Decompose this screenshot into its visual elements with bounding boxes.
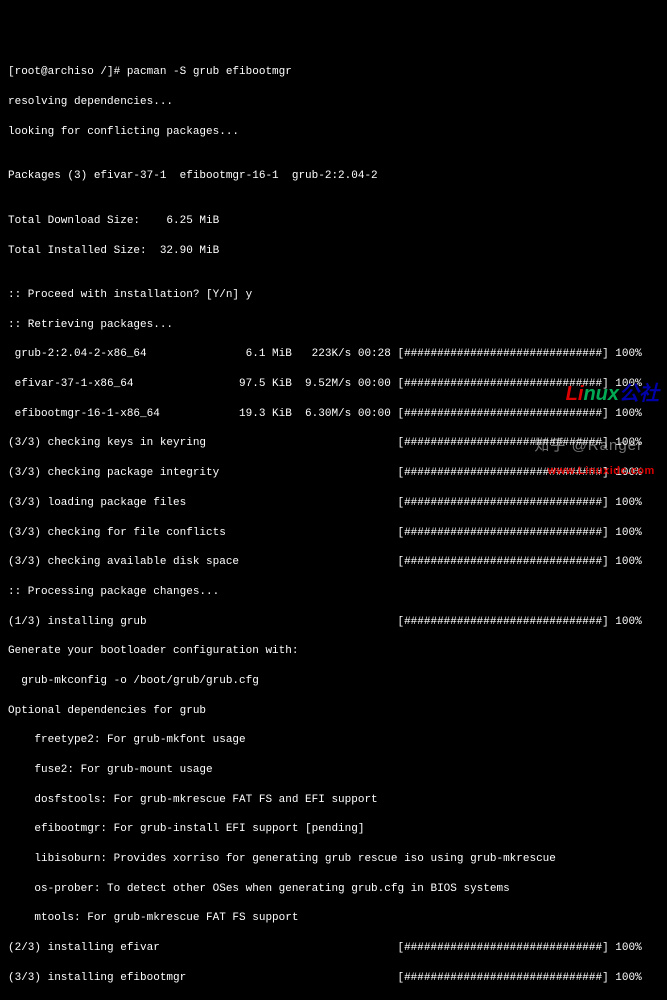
output-line: (3/3) checking available disk space [###… — [8, 555, 659, 570]
output-line: :: Processing package changes... — [8, 585, 659, 600]
output-line: Total Download Size: 6.25 MiB — [8, 214, 659, 229]
watermark-part: Li — [566, 383, 584, 405]
output-line: dosfstools: For grub-mkrescue FAT FS and… — [8, 793, 659, 808]
output-line: resolving dependencies... — [8, 95, 659, 110]
output-line: Optional dependencies for grub — [8, 704, 659, 719]
output-line: libisoburn: Provides xorriso for generat… — [8, 852, 659, 867]
output-line: (3/3) loading package files [###########… — [8, 496, 659, 511]
output-line: Generate your bootloader configuration w… — [8, 644, 659, 659]
shell-prompt-command: [root@archiso /]# pacman -S grub efiboot… — [8, 65, 659, 80]
output-line: Total Installed Size: 32.90 MiB — [8, 244, 659, 259]
output-line: Packages (3) efivar-37-1 efibootmgr-16-1… — [8, 169, 659, 184]
output-line: grub-mkconfig -o /boot/grub/grub.cfg — [8, 674, 659, 689]
output-line: (3/3) installing efibootmgr [###########… — [8, 971, 659, 986]
output-line: mtools: For grub-mkrescue FAT FS support — [8, 911, 659, 926]
watermark-linuxidc: Linux公社 www.Linuxidc.com — [543, 324, 659, 494]
output-line: freetype2: For grub-mkfont usage — [8, 733, 659, 748]
watermark-part: 公社 — [619, 383, 659, 405]
output-line: (1/3) installing grub [#################… — [8, 615, 659, 630]
output-line: efibootmgr: For grub-install EFI support… — [8, 822, 659, 837]
output-line: :: Proceed with installation? [Y/n] y — [8, 288, 659, 303]
output-line: looking for conflicting packages... — [8, 125, 659, 140]
watermark-url: www.Linuxidc.com — [543, 464, 659, 479]
output-line: fuse2: For grub-mount usage — [8, 763, 659, 778]
output-line: os-prober: To detect other OSes when gen… — [8, 882, 659, 897]
output-line: (3/3) checking for file conflicts [#####… — [8, 526, 659, 541]
watermark-part: nux — [583, 383, 619, 405]
output-line: (2/3) installing efivar [###############… — [8, 941, 659, 956]
